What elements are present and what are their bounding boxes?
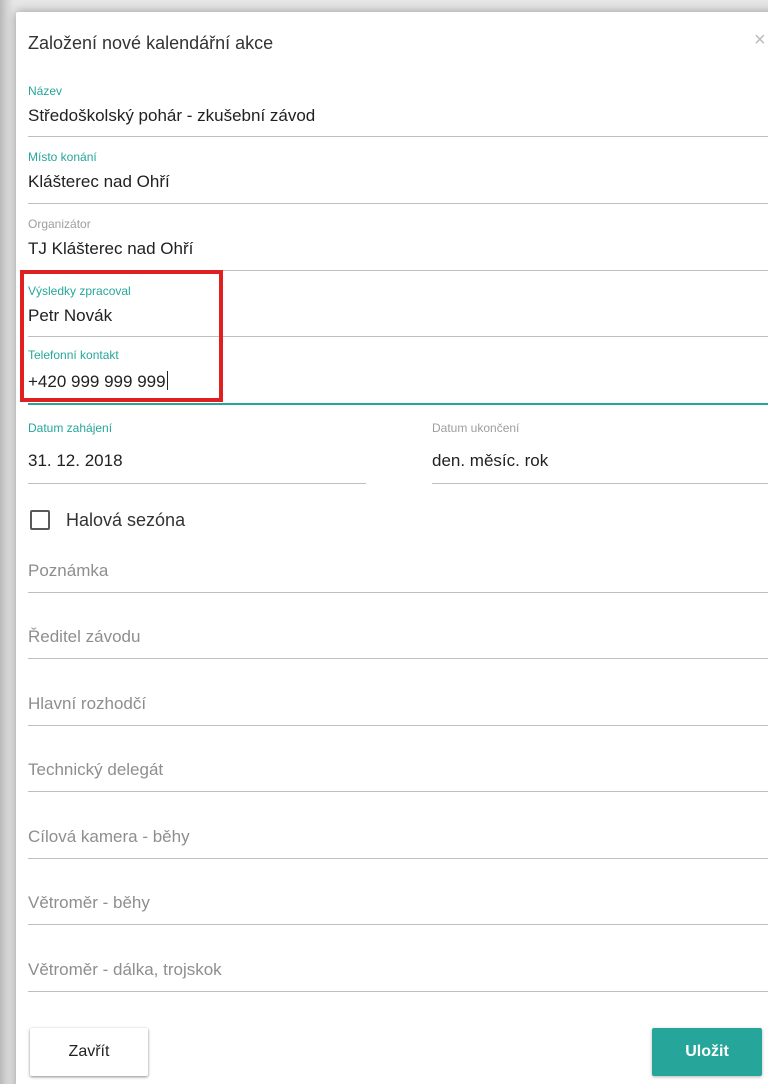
- venue-value: Klášterec nad Ohří: [28, 172, 170, 191]
- wind-gauge-jumps-placeholder: Větroměr - dálka, trojskok: [28, 960, 222, 979]
- phone-value-wrap: +420 999 999 999: [28, 371, 168, 392]
- name-value: Středoškolský pohár - zkušební závod: [28, 106, 316, 125]
- organizer-label: Organizátor: [28, 217, 91, 231]
- technical-delegate-field[interactable]: Technický delegát: [28, 751, 768, 792]
- race-director-field[interactable]: Ředitel závodu: [28, 618, 768, 659]
- chief-referee-placeholder: Hlavní rozhodčí: [28, 694, 147, 713]
- indoor-season-checkbox[interactable]: Halová sezóna: [30, 506, 220, 536]
- technical-delegate-placeholder: Technický delegát: [28, 760, 164, 779]
- indoor-season-label: Halová sezóna: [66, 510, 186, 530]
- finish-camera-field[interactable]: Cílová kamera - běhy: [28, 818, 768, 859]
- name-label: Název: [28, 84, 63, 98]
- text-cursor: [166, 371, 168, 390]
- results-processor-label: Výsledky zpracoval: [28, 284, 131, 298]
- phone-field[interactable]: Telefonní kontakt +420 999 999 999: [28, 346, 768, 405]
- chief-referee-field[interactable]: Hlavní rozhodčí: [28, 685, 768, 726]
- wind-gauge-runs-field[interactable]: Větroměr - běhy: [28, 884, 768, 925]
- note-placeholder: Poznámka: [28, 561, 109, 580]
- end-date-label: Datum ukončení: [432, 421, 520, 435]
- create-event-dialog: Založení nové kalendářní akce × Název St…: [16, 12, 768, 1084]
- race-director-placeholder: Ředitel závodu: [28, 627, 141, 646]
- start-date-value: 31. 12. 2018: [28, 451, 123, 470]
- save-button[interactable]: Uložit: [652, 1028, 762, 1076]
- results-processor-value: Petr Novák: [28, 306, 113, 325]
- end-date-field[interactable]: Datum ukončení den. měsíc. rok: [432, 417, 768, 484]
- finish-camera-placeholder: Cílová kamera - běhy: [28, 827, 190, 846]
- end-date-value: den. měsíc. rok: [432, 451, 549, 470]
- organizer-field[interactable]: Organizátor TJ Klášterec nad Ohří: [28, 213, 768, 271]
- name-field[interactable]: Název Středoškolský pohár - zkušební záv…: [28, 80, 768, 137]
- wind-gauge-runs-placeholder: Větroměr - běhy: [28, 893, 150, 912]
- venue-field[interactable]: Místo konání Klášterec nad Ohří: [28, 146, 768, 204]
- screen: Založení nové kalendářní akce × Název St…: [0, 0, 768, 1084]
- venue-label: Místo konání: [28, 150, 97, 164]
- phone-value: +420 999 999 999: [28, 372, 166, 391]
- dialog-title: Založení nové kalendářní akce: [28, 33, 274, 53]
- results-processor-field[interactable]: Výsledky zpracoval Petr Novák: [28, 280, 768, 337]
- note-field[interactable]: Poznámka: [28, 552, 768, 593]
- close-button[interactable]: Zavřít: [30, 1028, 148, 1076]
- start-date-label: Datum zahájení: [28, 421, 113, 435]
- start-date-field[interactable]: Datum zahájení 31. 12. 2018: [28, 417, 366, 484]
- organizer-value: TJ Klášterec nad Ohří: [28, 239, 194, 258]
- checkbox-icon[interactable]: [30, 510, 50, 530]
- wind-gauge-jumps-field[interactable]: Větroměr - dálka, trojskok: [28, 951, 768, 992]
- close-icon[interactable]: ×: [754, 30, 766, 50]
- phone-label: Telefonní kontakt: [28, 348, 119, 362]
